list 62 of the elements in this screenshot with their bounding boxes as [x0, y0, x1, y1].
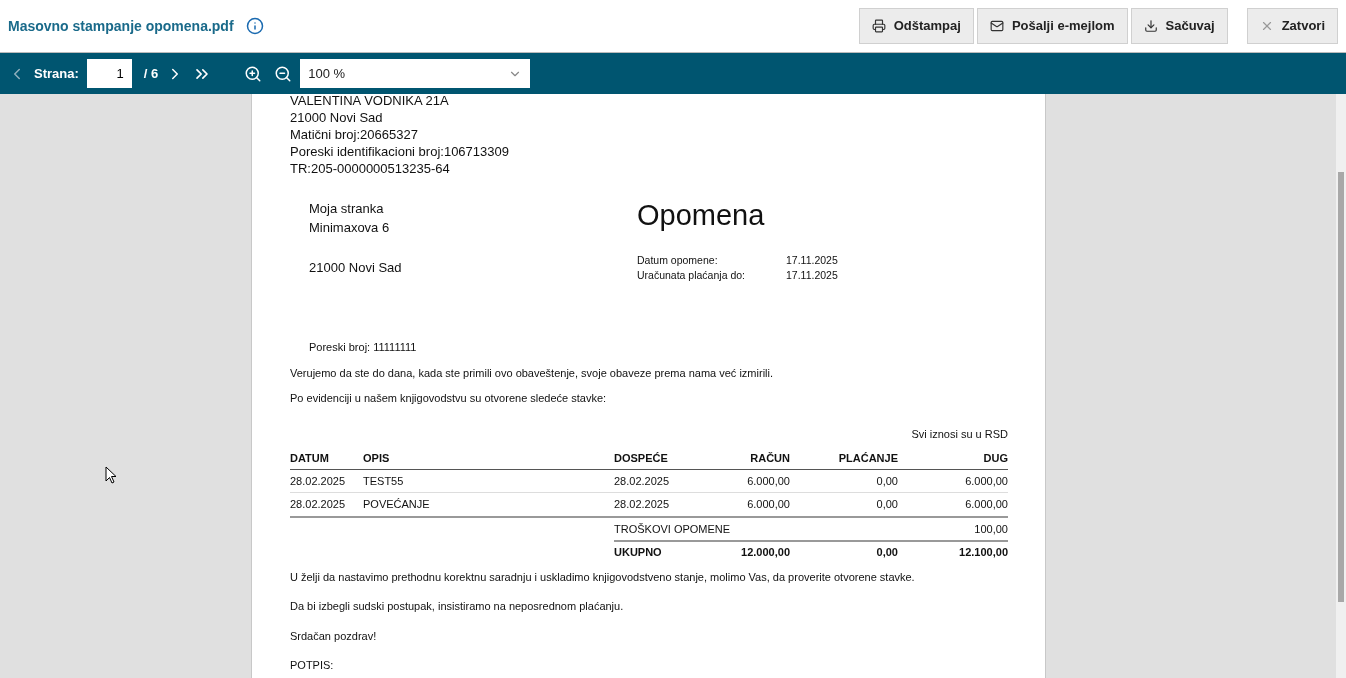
download-icon: [1143, 19, 1158, 33]
recipient-line: Moja stranka: [309, 200, 385, 218]
table-cell-text: POVEĆANJE: [363, 497, 431, 512]
zoom-select[interactable]: 100 %: [300, 59, 531, 88]
meta-value: 17.11.2025: [786, 268, 838, 283]
currency-note: Svi iznosi su u RSD: [911, 427, 1008, 440]
paragraph: U želji da nastavimo prethodnu korektnu saradnju i uskladimo knjigovodstveno stanje, molimo Vas, da proverite otvorene stavke.: [290, 569, 916, 585]
email-button[interactable]: Pošalji e-mejlom: [976, 8, 1128, 44]
envelope-icon: [989, 19, 1004, 33]
company-address-line: Poreski identifikacioni broj:106713309: [290, 143, 510, 160]
company-address-line: TR:205-0000000513235-64: [290, 160, 451, 177]
table-cell-text: 0,00: [875, 497, 898, 512]
table-cell-text: 0,00: [875, 473, 898, 489]
table-cell-text: 6.000,00: [964, 473, 1008, 489]
company-address-line: 21000 Novi Sad: [290, 109, 384, 126]
column-header: RAČUN: [749, 451, 790, 466]
total-label: UKUPNO: [614, 545, 663, 560]
mouse-cursor-icon: [105, 466, 117, 485]
page-field[interactable]: 1: [86, 59, 132, 88]
company-address-line: VALENTINA VODNIKA 21A: [290, 94, 450, 109]
column-header: DATUM: [290, 451, 330, 466]
total-amount: 0,00: [875, 545, 898, 560]
zoom-out-icon[interactable]: [274, 64, 293, 83]
info-icon[interactable]: [245, 17, 264, 35]
table-cell-text: 28.02.2025: [614, 497, 671, 512]
total-amount: 12.100,00: [958, 545, 1008, 560]
signature-label: POTPIS:: [290, 658, 335, 673]
company-address-line: Matični broj:20665327: [290, 126, 419, 143]
table-cell-text: 6.000,00: [964, 497, 1008, 512]
tax-id: Poreski broj: 11111111: [309, 341, 417, 353]
meta-label: Datum opomene:: [637, 253, 719, 268]
table-cell-text: 28.02.2025: [290, 497, 347, 512]
save-button[interactable]: Sačuvaj: [1130, 8, 1228, 44]
zoom-in-icon[interactable]: [244, 64, 263, 83]
print-button[interactable]: Odštampaj: [858, 8, 974, 44]
table-cell-text: 28.02.2025: [614, 473, 671, 489]
paragraph: Da bi izbegli sudski postupak, insistiramo na neposrednom plaćanju.: [290, 599, 625, 614]
scrollbar[interactable]: [1336, 94, 1346, 678]
table-cell-text: TEST55: [363, 473, 405, 489]
column-header: DUG: [982, 451, 1008, 466]
column-header: PLAĆANJE: [837, 451, 898, 466]
page-total: / 6: [143, 64, 159, 83]
meta-label: Uračunata plaćanja do:: [637, 268, 746, 283]
page-label: Strana:: [34, 64, 79, 83]
paragraph: Po evidenciji u našem knjigovodstvu su otvorene sledeće stavke:: [290, 391, 608, 406]
document-heading: Opomena: [637, 198, 766, 233]
close-button[interactable]: Zatvori: [1246, 8, 1338, 44]
table-cell-text: 6.000,00: [746, 497, 790, 512]
fee-amount: 100,00: [973, 521, 1008, 537]
paragraph: Verujemo da ste do dana, kada ste primili ovo obaveštenje, svoje obaveze prema nama već izmirili.: [290, 365, 775, 381]
printer-icon: [871, 19, 886, 33]
document-title: Masovno stampanje opomena.pdf: [8, 16, 234, 36]
table-cell-text: 28.02.2025: [290, 473, 347, 489]
recipient-line: 21000 Novi Sad: [309, 259, 403, 277]
recipient-line: Minimaxova 6: [309, 219, 391, 237]
table-cell-text: 6.000,00: [746, 473, 790, 489]
meta-value: 17.11.2025: [786, 253, 838, 268]
column-header: DOSPEĆE: [614, 451, 669, 466]
total-amount: 12.000,00: [740, 545, 790, 560]
paragraph: Srdačan pozdrav!: [290, 628, 378, 644]
column-header: OPIS: [363, 451, 391, 466]
fee-label: TROŠKOVI OPOMENE: [614, 521, 732, 537]
